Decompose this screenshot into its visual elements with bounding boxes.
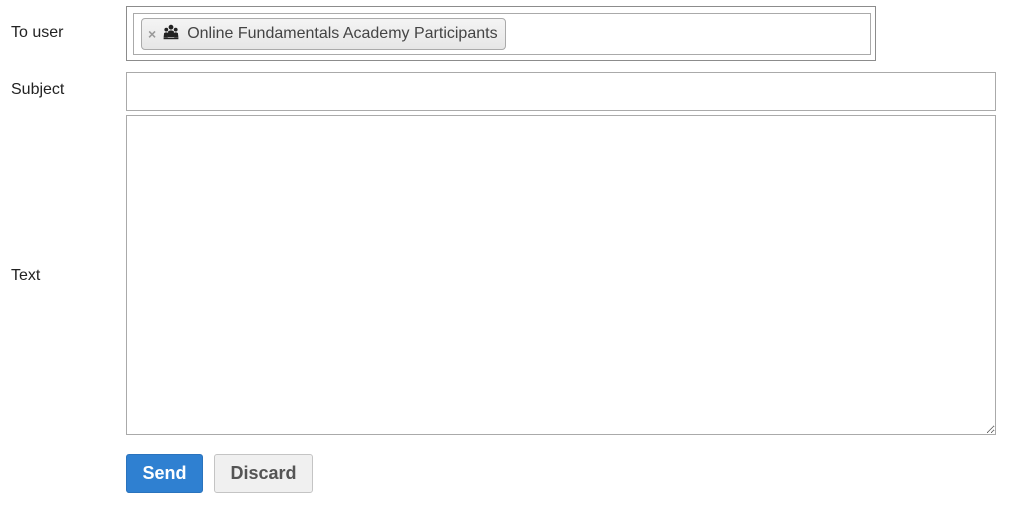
subject-input[interactable]: [126, 72, 996, 111]
subject-label: Subject: [11, 81, 65, 98]
to-user-label: To user: [11, 24, 64, 41]
text-label: Text: [11, 267, 41, 284]
group-users-icon: [163, 24, 179, 40]
recipient-token[interactable]: × Online Fundamentals Academy Participan…: [141, 18, 506, 50]
recipient-token-list[interactable]: × Online Fundamentals Academy Participan…: [133, 13, 871, 55]
discard-button[interactable]: Discard: [214, 454, 313, 493]
message-text-area[interactable]: [126, 115, 996, 435]
send-button[interactable]: Send: [126, 454, 203, 493]
recipient-field[interactable]: × Online Fundamentals Academy Participan…: [126, 6, 876, 61]
remove-recipient-icon[interactable]: ×: [148, 27, 156, 41]
recipient-token-label: Online Fundamentals Academy Participants: [187, 25, 498, 42]
